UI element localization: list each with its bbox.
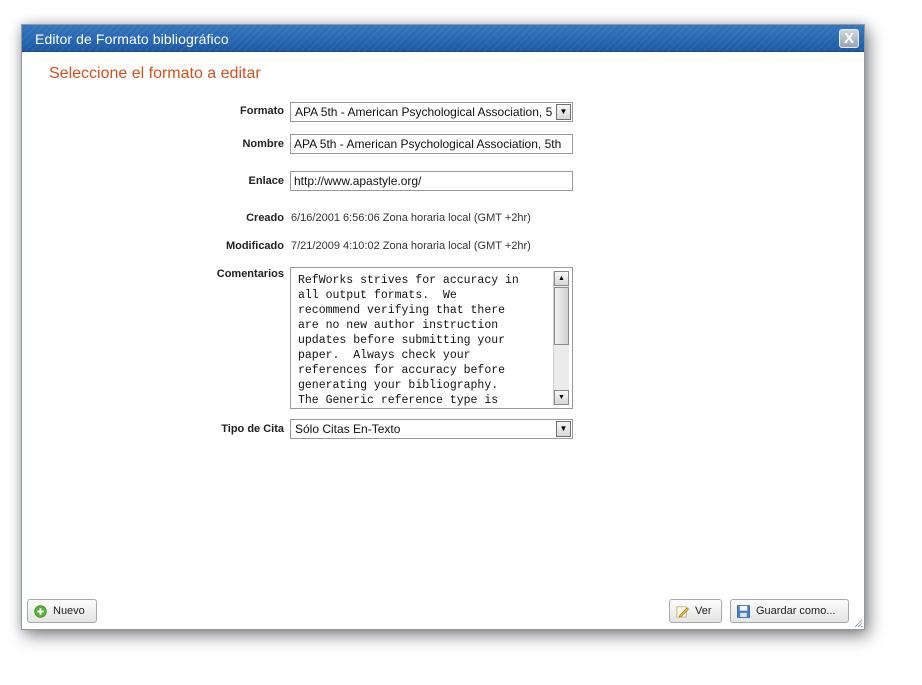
scroll-thumb[interactable]: [554, 287, 569, 345]
format-editor-dialog: Editor de Formato bibliográfico X Selecc…: [21, 24, 865, 630]
floppy-disk-icon: [737, 605, 750, 618]
section-heading: Seleccione el formato a editar: [49, 65, 261, 82]
comentarios-textarea[interactable]: RefWorks strives for accuracy in all out…: [290, 267, 573, 409]
ver-button-label: Ver: [695, 605, 712, 617]
formato-select[interactable]: APA 5th - American Psychological Associa…: [290, 102, 573, 122]
close-button[interactable]: X: [839, 29, 859, 48]
ver-button[interactable]: Ver: [669, 599, 722, 623]
nuevo-button-label: Nuevo: [53, 605, 85, 617]
tipo-cita-label: Tipo de Cita: [221, 423, 284, 435]
dialog-titlebar[interactable]: Editor de Formato bibliográfico X: [22, 25, 864, 52]
resize-grip-icon[interactable]: [853, 618, 863, 628]
guardar-como-button-label: Guardar como...: [756, 605, 836, 617]
modificado-label: Modificado: [225, 240, 284, 252]
modificado-value: 7/21/2009 4:10:02 Zona horaria local (GM…: [291, 240, 531, 252]
nuevo-button[interactable]: Nuevo: [27, 599, 97, 623]
nombre-label: Nombre: [242, 138, 284, 150]
close-icon: X: [843, 30, 854, 47]
comentarios-scrollbar[interactable]: ▲ ▼: [553, 271, 569, 405]
tipo-cita-select[interactable]: Sólo Citas En-Texto ▼: [290, 419, 573, 439]
comentarios-text: RefWorks strives for accuracy in all out…: [298, 274, 519, 407]
formato-selected-value: APA 5th - American Psychological Associa…: [295, 105, 552, 119]
scroll-down-arrow-icon[interactable]: ▼: [554, 390, 569, 405]
creado-value: 6/16/2001 6:56:06 Zona horaria local (GM…: [291, 212, 531, 224]
comentarios-label: Comentarios: [216, 268, 284, 280]
pencil-icon: [676, 606, 689, 618]
scroll-up-arrow-icon[interactable]: ▲: [554, 271, 569, 286]
tipo-cita-selected-value: Sólo Citas En-Texto: [295, 422, 401, 436]
nombre-input[interactable]: APA 5th - American Psychological Associa…: [290, 134, 573, 154]
creado-label: Creado: [246, 212, 284, 224]
add-circle-icon: [34, 605, 47, 618]
guardar-como-button[interactable]: Guardar como...: [730, 599, 849, 623]
formato-label: Formato: [240, 105, 284, 117]
chevron-down-icon: ▼: [556, 104, 571, 120]
enlace-input[interactable]: http://www.apastyle.org/: [290, 171, 573, 191]
enlace-label: Enlace: [248, 175, 284, 187]
dialog-title: Editor de Formato bibliográfico: [35, 31, 229, 47]
chevron-down-icon: ▼: [556, 421, 571, 437]
